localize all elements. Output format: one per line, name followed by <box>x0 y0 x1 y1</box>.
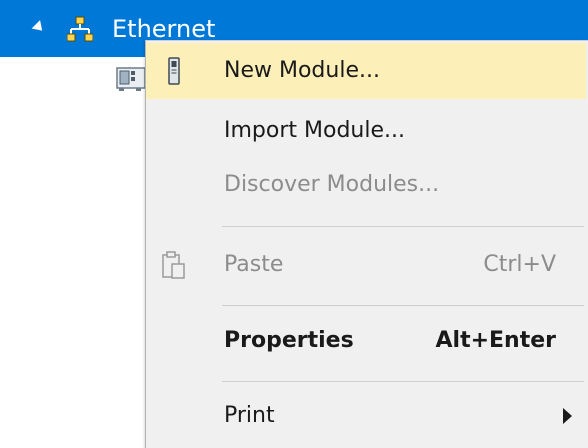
menu-item-new-module[interactable]: New Module... <box>146 43 586 99</box>
module-icon <box>168 57 180 85</box>
menu-item-label: Import Module... <box>224 118 405 143</box>
menu-item-label: Properties <box>224 328 354 353</box>
menu-separator <box>222 305 584 306</box>
context-menu: New Module... Import Module... Discover … <box>145 40 588 448</box>
menu-item-print[interactable]: Print <box>146 388 586 444</box>
screenshot-stage: Ethernet New Module... Import Module... <box>0 0 588 448</box>
ethernet-module-icon <box>116 67 146 91</box>
expanded-triangle-icon[interactable] <box>31 20 47 35</box>
menu-separator <box>222 381 584 382</box>
menu-item-import-module[interactable]: Import Module... <box>146 103 586 159</box>
menu-item-shortcut: Alt+Enter <box>435 328 557 353</box>
menu-item-shortcut: Ctrl+V <box>483 252 556 277</box>
submenu-arrow-icon <box>563 408 572 424</box>
menu-separator <box>222 226 584 227</box>
menu-item-label: Paste <box>224 252 284 277</box>
menu-item-label: New Module... <box>224 58 380 83</box>
menu-item-label: Print <box>224 403 275 428</box>
network-topology-icon <box>67 16 93 42</box>
menu-item-label: Discover Modules... <box>224 172 440 197</box>
menu-item-properties[interactable]: Properties Alt+Enter <box>146 313 586 369</box>
menu-item-discover-modules[interactable]: Discover Modules... <box>146 157 586 213</box>
menu-item-paste[interactable]: Paste Ctrl+V <box>146 237 586 293</box>
paste-clipboard-icon <box>162 251 185 279</box>
